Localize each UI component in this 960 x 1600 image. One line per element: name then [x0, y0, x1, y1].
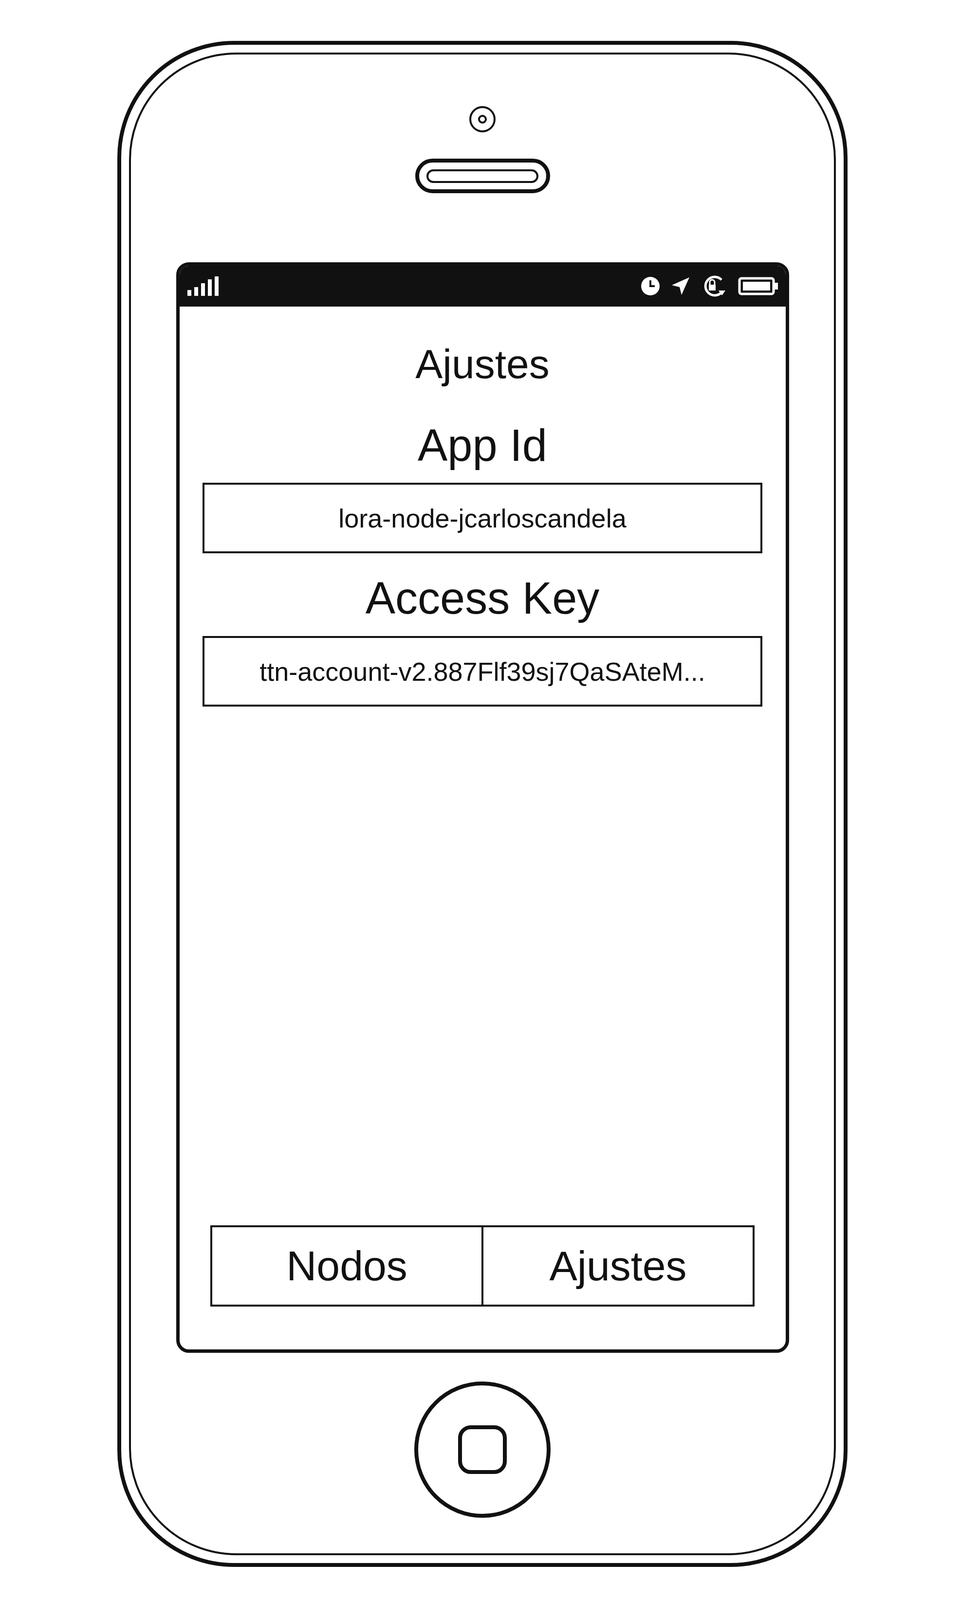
camera-icon: [469, 106, 496, 133]
rotation-lock-icon: [700, 274, 730, 299]
speaker-icon: [415, 158, 551, 194]
tab-button[interactable]: Ajustes: [481, 1227, 753, 1306]
screen-title: Ajustes: [415, 340, 550, 388]
phone-frame: Ajustes App Id lora-node-jcarloscandela Acc…: [117, 40, 848, 1568]
field-label: Access Key: [365, 572, 600, 625]
battery-icon: [738, 276, 779, 296]
clock-icon: [639, 275, 662, 297]
home-button[interactable]: [414, 1382, 551, 1519]
text-field[interactable]: lora-node-jcarloscandela: [202, 482, 763, 554]
text-field[interactable]: ttn-account-v2.887Flf39sj7QaSAteM...: [202, 636, 763, 707]
tab-button[interactable]: Nodos: [212, 1227, 482, 1306]
field-label: App Id: [417, 420, 548, 472]
location-arrow-icon: [669, 275, 692, 297]
status-bar: [179, 265, 786, 307]
signal-icon: [186, 275, 221, 297]
screen: Ajustes App Id lora-node-jcarloscandela Acc…: [176, 262, 790, 1354]
tab-bar: NodosAjustes: [210, 1225, 755, 1308]
